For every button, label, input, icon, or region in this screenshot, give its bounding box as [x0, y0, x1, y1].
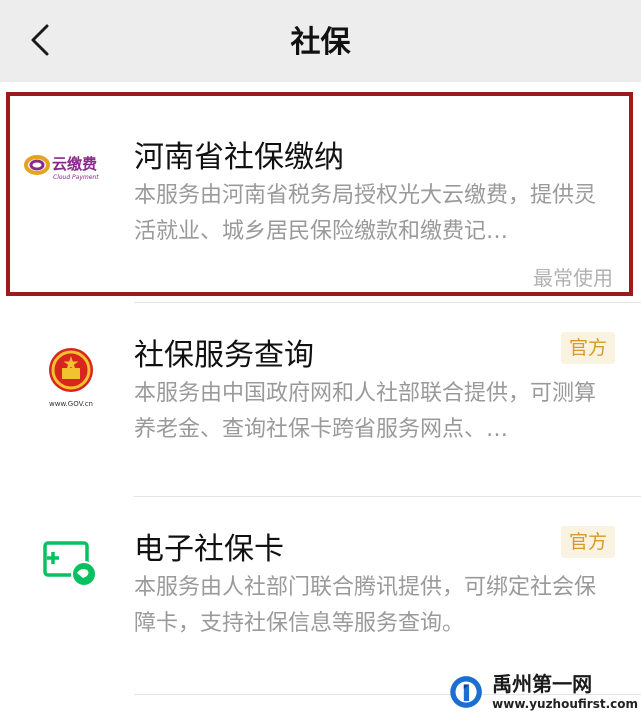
official-badge: 官方 [560, 526, 615, 558]
item-name: 河南省社保缴纳 [134, 140, 344, 175]
logo-subtext: Cloud Payment [53, 174, 99, 181]
item-name: 社保服务查询 [134, 338, 314, 373]
list-item-electronic-social-security-card[interactable]: 电子社保卡 官方 本服务由人社部门联合腾讯提供，可绑定社会保障卡，支持社保信息等… [0, 508, 641, 688]
gov-url-text: www.GOV.cn [49, 400, 93, 408]
watermark-title: 禹州第一网 [492, 672, 593, 696]
service-list: 云缴费 Cloud Payment 河南省社保缴纳 本服务由河南省税务局授权光大… [0, 82, 641, 726]
watermark-logo-icon [450, 676, 482, 708]
logo-text: 云缴费 [52, 155, 97, 173]
gov-emblem-logo: www.GOV.cn [22, 342, 120, 412]
official-badge: 官方 [560, 332, 615, 364]
list-item-social-security-query[interactable]: www.GOV.cn 社保服务查询 官方 本服务由中国政府网和人社部联合提供，可… [0, 314, 641, 494]
item-description: 本服务由河南省税务局授权光大云缴费，提供灵活就业、城乡居民保险缴款和缴费记… [134, 183, 597, 244]
watermark-url: www.yuzhoufirst.com [492, 697, 638, 711]
item-name: 电子社保卡 [134, 532, 284, 567]
divider [134, 496, 641, 497]
item-description: 本服务由人社部门联合腾讯提供，可绑定社会保障卡，支持社保信息等服务查询。 [134, 575, 597, 636]
frequently-used-label: 最常使用 [533, 266, 613, 290]
navigation-bar: 社保 [0, 0, 641, 82]
page-title: 社保 [290, 25, 351, 60]
e-social-security-card-icon [22, 528, 120, 598]
cloud-payment-logo: 云缴费 Cloud Payment [22, 140, 120, 190]
item-description: 本服务由中国政府网和人社部联合提供，可测算养老金、查询社保卡跨省服务网点、… [134, 381, 597, 442]
divider [134, 302, 641, 303]
list-item-henan-social-security-payment[interactable]: 云缴费 Cloud Payment 河南省社保缴纳 本服务由河南省税务局授权光大… [0, 92, 641, 296]
watermark: 禹州第一网 www.yuzhoufirst.com [448, 664, 638, 720]
